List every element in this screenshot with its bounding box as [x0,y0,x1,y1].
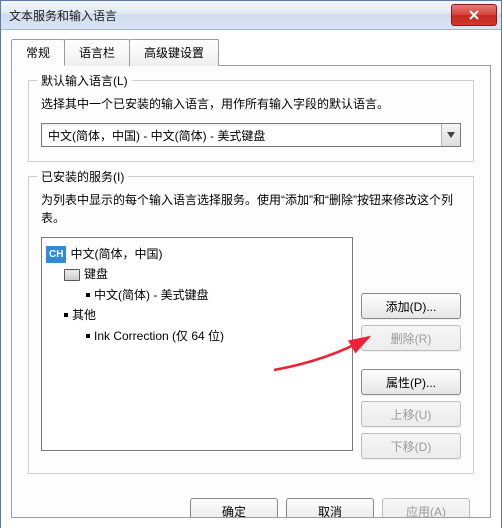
remove-button: 删除(R) [361,325,461,351]
tree-other-item[interactable]: Ink Correction (仅 64 位) [46,326,348,346]
tab-advanced[interactable]: 高级键设置 [129,39,219,66]
default-language-desc: 选择其中一个已安装的输入语言，用作所有输入字段的默认语言。 [41,95,461,113]
tree-root-label: 中文(简体，中国) [70,244,162,264]
side-buttons: 添加(D)... 删除(R) 属性(P)... 上移(U) 下移(D) [361,237,461,459]
keyboard-icon [64,269,80,281]
language-badge-icon: CH [46,246,66,263]
default-language-combo[interactable]: 中文(简体，中国) - 中文(简体) - 美式键盘 [41,123,461,147]
chevron-down-icon [441,124,460,146]
ok-button[interactable]: 确定 [190,498,278,518]
installed-services-desc: 为列表中显示的每个输入语言选择服务。使用“添加”和“删除”按钮来修改这个列表。 [41,191,461,227]
services-tree[interactable]: CH 中文(简体，中国) 键盘 中文(简体) - 美式键盘 [41,237,353,451]
apply-button: 应用(A) [382,498,470,518]
tree-other-label: 其他 [72,305,96,325]
installed-services-group: 已安装的服务(I) 为列表中显示的每个输入语言选择服务。使用“添加”和“删除”按… [28,176,474,474]
tab-bar: 常规 语言栏 高级键设置 [11,38,491,65]
tab-general[interactable]: 常规 [11,39,65,66]
tab-language-bar[interactable]: 语言栏 [64,39,130,66]
installed-body: CH 中文(简体，中国) 键盘 中文(简体) - 美式键盘 [41,237,461,459]
dialog-window: 文本服务和输入语言 常规 语言栏 高级键设置 默认输入语言(L) 选择其中一个已… [0,0,502,528]
default-language-value: 中文(简体，中国) - 中文(简体) - 美式键盘 [42,127,441,144]
tree-content: CH 中文(简体，中国) 键盘 中文(简体) - 美式键盘 [46,244,348,346]
spacer [361,357,461,363]
tree-keyboard-item[interactable]: 中文(简体) - 美式键盘 [46,285,348,305]
tree-keyboard-branch[interactable]: 键盘 [46,264,348,284]
properties-button[interactable]: 属性(P)... [361,369,461,395]
close-button[interactable] [451,4,497,26]
footer: 确定 取消 应用(A) [28,488,474,518]
tree-keyboard-item-label: 中文(简体) - 美式键盘 [94,285,209,305]
bullet-icon [64,313,68,317]
default-language-legend: 默认输入语言(L) [37,72,132,89]
bullet-icon [86,293,90,297]
move-up-button: 上移(U) [361,401,461,427]
close-icon [469,10,479,20]
installed-services-legend: 已安装的服务(I) [37,168,128,185]
dialog-body: 常规 语言栏 高级键设置 默认输入语言(L) 选择其中一个已安装的输入语言，用作… [1,30,501,528]
tab-panel-general: 默认输入语言(L) 选择其中一个已安装的输入语言，用作所有输入字段的默认语言。 … [11,65,491,518]
move-down-button: 下移(D) [361,433,461,459]
tree-keyboard-label: 键盘 [84,264,108,284]
cancel-button[interactable]: 取消 [286,498,374,518]
bullet-icon [86,334,90,338]
tree-other-branch[interactable]: 其他 [46,305,348,325]
tree-other-item-label: Ink Correction (仅 64 位) [94,326,224,346]
titlebar: 文本服务和输入语言 [1,1,501,30]
add-button[interactable]: 添加(D)... [361,293,461,319]
default-language-group: 默认输入语言(L) 选择其中一个已安装的输入语言，用作所有输入字段的默认语言。 … [28,80,474,162]
window-title: 文本服务和输入语言 [9,7,451,24]
tree-root[interactable]: CH 中文(简体，中国) [46,244,348,264]
